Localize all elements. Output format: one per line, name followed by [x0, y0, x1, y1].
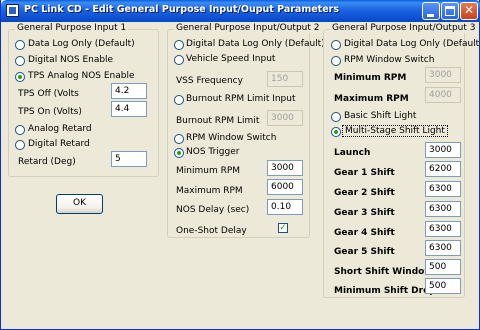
- radio-data-log-only[interactable]: [15, 40, 25, 50]
- radio-nos-trigger[interactable]: [174, 148, 184, 158]
- radio-analog-retard-label[interactable]: Analog Retard: [28, 124, 92, 134]
- radio-io3-rpm-window-switch-label[interactable]: RPM Window Switch: [344, 55, 434, 65]
- minimize-icon: [427, 14, 434, 17]
- gear-2-shift-label: Gear 2 Shift: [334, 188, 395, 198]
- radio-io3-data-log-only[interactable]: [331, 40, 341, 50]
- short-shift-window-label: Short Shift Window: [334, 267, 433, 277]
- radio-digital-retard-label[interactable]: Digital Retard: [28, 139, 90, 149]
- one-shot-delay-checkbox[interactable]: ✓: [278, 223, 288, 233]
- minimum-shift-drop-input[interactable]: 500: [425, 278, 461, 294]
- app-icon: [6, 4, 19, 17]
- radio-analog-retard[interactable]: [15, 125, 25, 135]
- minimum-shift-drop-label: Minimum Shift Drop: [334, 286, 436, 296]
- close-button[interactable]: ✕: [460, 2, 478, 20]
- radio-data-log-only-label[interactable]: Data Log Only (Default): [28, 39, 135, 49]
- radio-multi-stage-shift-light[interactable]: [331, 127, 341, 137]
- gear-2-shift-input[interactable]: 6300: [425, 181, 461, 197]
- radio-digital-retard[interactable]: [15, 140, 25, 150]
- radio-basic-shift-light[interactable]: [331, 112, 341, 122]
- gear-3-shift-input[interactable]: 6300: [425, 201, 461, 217]
- group-input-1-title: General Purpose Input 1: [15, 23, 129, 33]
- nos-delay-input[interactable]: 0.10: [267, 199, 303, 215]
- radio-vehicle-speed-input[interactable]: [174, 55, 184, 65]
- maximize-button[interactable]: [441, 2, 459, 20]
- io2-minimum-rpm-input[interactable]: 3000: [267, 160, 303, 176]
- ok-button[interactable]: OK: [56, 194, 103, 214]
- radio-nos-trigger-label[interactable]: NOS Trigger: [186, 147, 239, 157]
- group-io-2-title: General Purpose Input/Output 2: [174, 23, 322, 33]
- radio-burnout-rpm-limit-input-label[interactable]: Burnout RPM Limit Input: [186, 94, 296, 104]
- dialog-window: PC Link CD - Edit General Purpose Input/…: [0, 0, 480, 330]
- nos-delay-label: NOS Delay (sec): [176, 205, 250, 215]
- radio-rpm-window-switch-label[interactable]: RPM Window Switch: [186, 133, 276, 143]
- radio-io2-data-log-only-label[interactable]: Digital Data Log Only (Default): [186, 39, 325, 49]
- one-shot-delay-label: One-Shot Delay: [176, 226, 247, 236]
- short-shift-window-input[interactable]: 500: [425, 259, 461, 275]
- io3-minimum-rpm-input[interactable]: 3000: [425, 67, 461, 83]
- title-bar[interactable]: PC Link CD - Edit General Purpose Input/…: [1, 0, 480, 22]
- launch-label: Launch: [334, 148, 371, 158]
- gear-4-shift-label: Gear 4 Shift: [334, 228, 395, 238]
- gear-4-shift-input[interactable]: 6300: [425, 221, 461, 237]
- radio-digital-nos-enable[interactable]: [15, 56, 25, 66]
- io3-minimum-rpm-label: Minimum RPM: [334, 73, 407, 83]
- checkmark-icon: ✓: [279, 223, 287, 233]
- group-io-3-title: General Purpose Input/Output 3: [330, 23, 478, 33]
- tps-on-input[interactable]: 4.4: [111, 101, 147, 117]
- io3-maximum-rpm-input[interactable]: 4000: [425, 87, 461, 103]
- vss-frequency-label: VSS Frequency: [176, 76, 243, 86]
- radio-io3-rpm-window-switch[interactable]: [331, 56, 341, 66]
- io2-maximum-rpm-input[interactable]: 6000: [267, 179, 303, 195]
- launch-input[interactable]: 3000: [425, 142, 461, 158]
- gear-1-shift-input[interactable]: 6200: [425, 161, 461, 177]
- burnout-rpm-limit-input[interactable]: 3000: [267, 110, 303, 126]
- io2-minimum-rpm-label: Minimum RPM: [176, 166, 241, 176]
- radio-tps-analog-nos-enable-label[interactable]: TPS Analog NOS Enable: [28, 71, 135, 81]
- radio-basic-shift-light-label[interactable]: Basic Shift Light: [344, 111, 416, 121]
- minimize-button[interactable]: [422, 2, 440, 20]
- burnout-rpm-limit-label: Burnout RPM Limit: [176, 116, 260, 126]
- gear-1-shift-label: Gear 1 Shift: [334, 168, 395, 178]
- radio-io2-data-log-only[interactable]: [174, 40, 184, 50]
- radio-tps-analog-nos-enable[interactable]: [15, 72, 25, 82]
- radio-vehicle-speed-input-label[interactable]: Vehicle Speed Input: [186, 54, 275, 64]
- io2-maximum-rpm-label: Maximum RPM: [176, 186, 243, 196]
- retard-label: Retard (Deg): [18, 157, 76, 167]
- radio-burnout-rpm-limit-input[interactable]: [174, 95, 184, 105]
- tps-on-label: TPS On (Volts): [18, 107, 82, 117]
- tps-off-input[interactable]: 4.2: [111, 83, 147, 99]
- radio-io3-data-log-only-label[interactable]: Digital Data Log Only (Default): [344, 39, 480, 49]
- window-title: PC Link CD - Edit General Purpose Input/…: [24, 4, 340, 15]
- radio-digital-nos-enable-label[interactable]: Digital NOS Enable: [28, 55, 113, 65]
- retard-input[interactable]: 5: [111, 151, 147, 167]
- tps-off-label: TPS Off (Volts: [18, 89, 79, 99]
- radio-multi-stage-shift-light-label[interactable]: Multi-Stage Shift Light: [342, 125, 448, 137]
- gear-3-shift-label: Gear 3 Shift: [334, 208, 395, 218]
- close-icon: ✕: [463, 3, 475, 17]
- io3-maximum-rpm-label: Maximum RPM: [334, 94, 409, 104]
- vss-frequency-input[interactable]: 150: [267, 71, 303, 87]
- gear-5-shift-input[interactable]: 6300: [425, 240, 461, 256]
- maximize-icon: [445, 6, 455, 16]
- gear-5-shift-label: Gear 5 Shift: [334, 247, 395, 257]
- radio-rpm-window-switch[interactable]: [174, 134, 184, 144]
